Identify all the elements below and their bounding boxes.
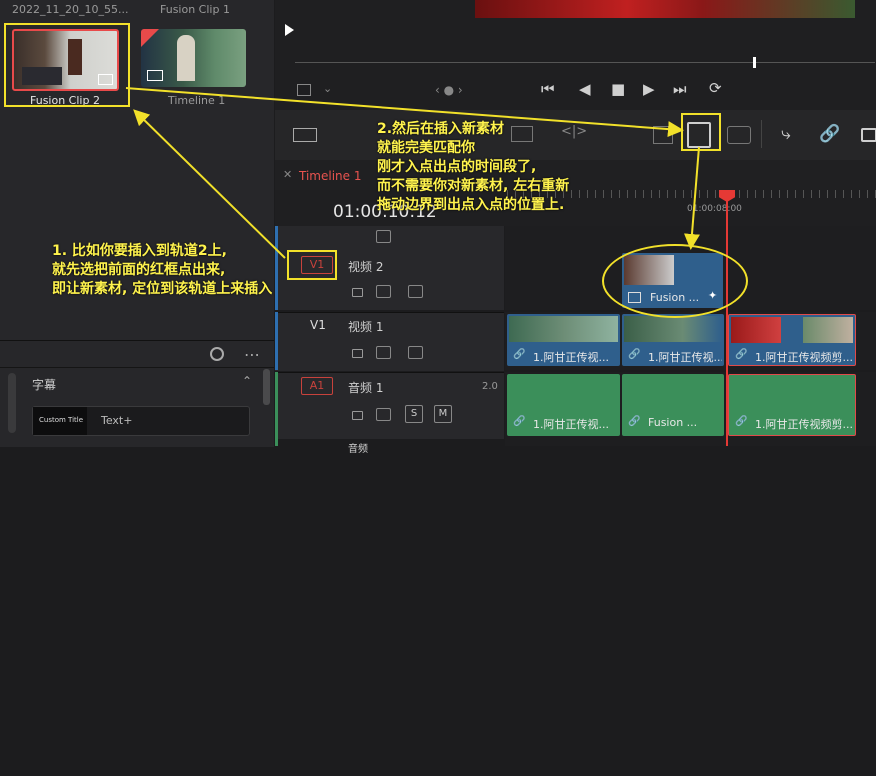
arrow-line	[683, 146, 700, 250]
arrow-line	[133, 109, 286, 259]
arrow-line	[125, 87, 684, 138]
annotation-arrows	[125, 87, 700, 259]
effect-item-text-plus[interactable]	[32, 746, 250, 776]
